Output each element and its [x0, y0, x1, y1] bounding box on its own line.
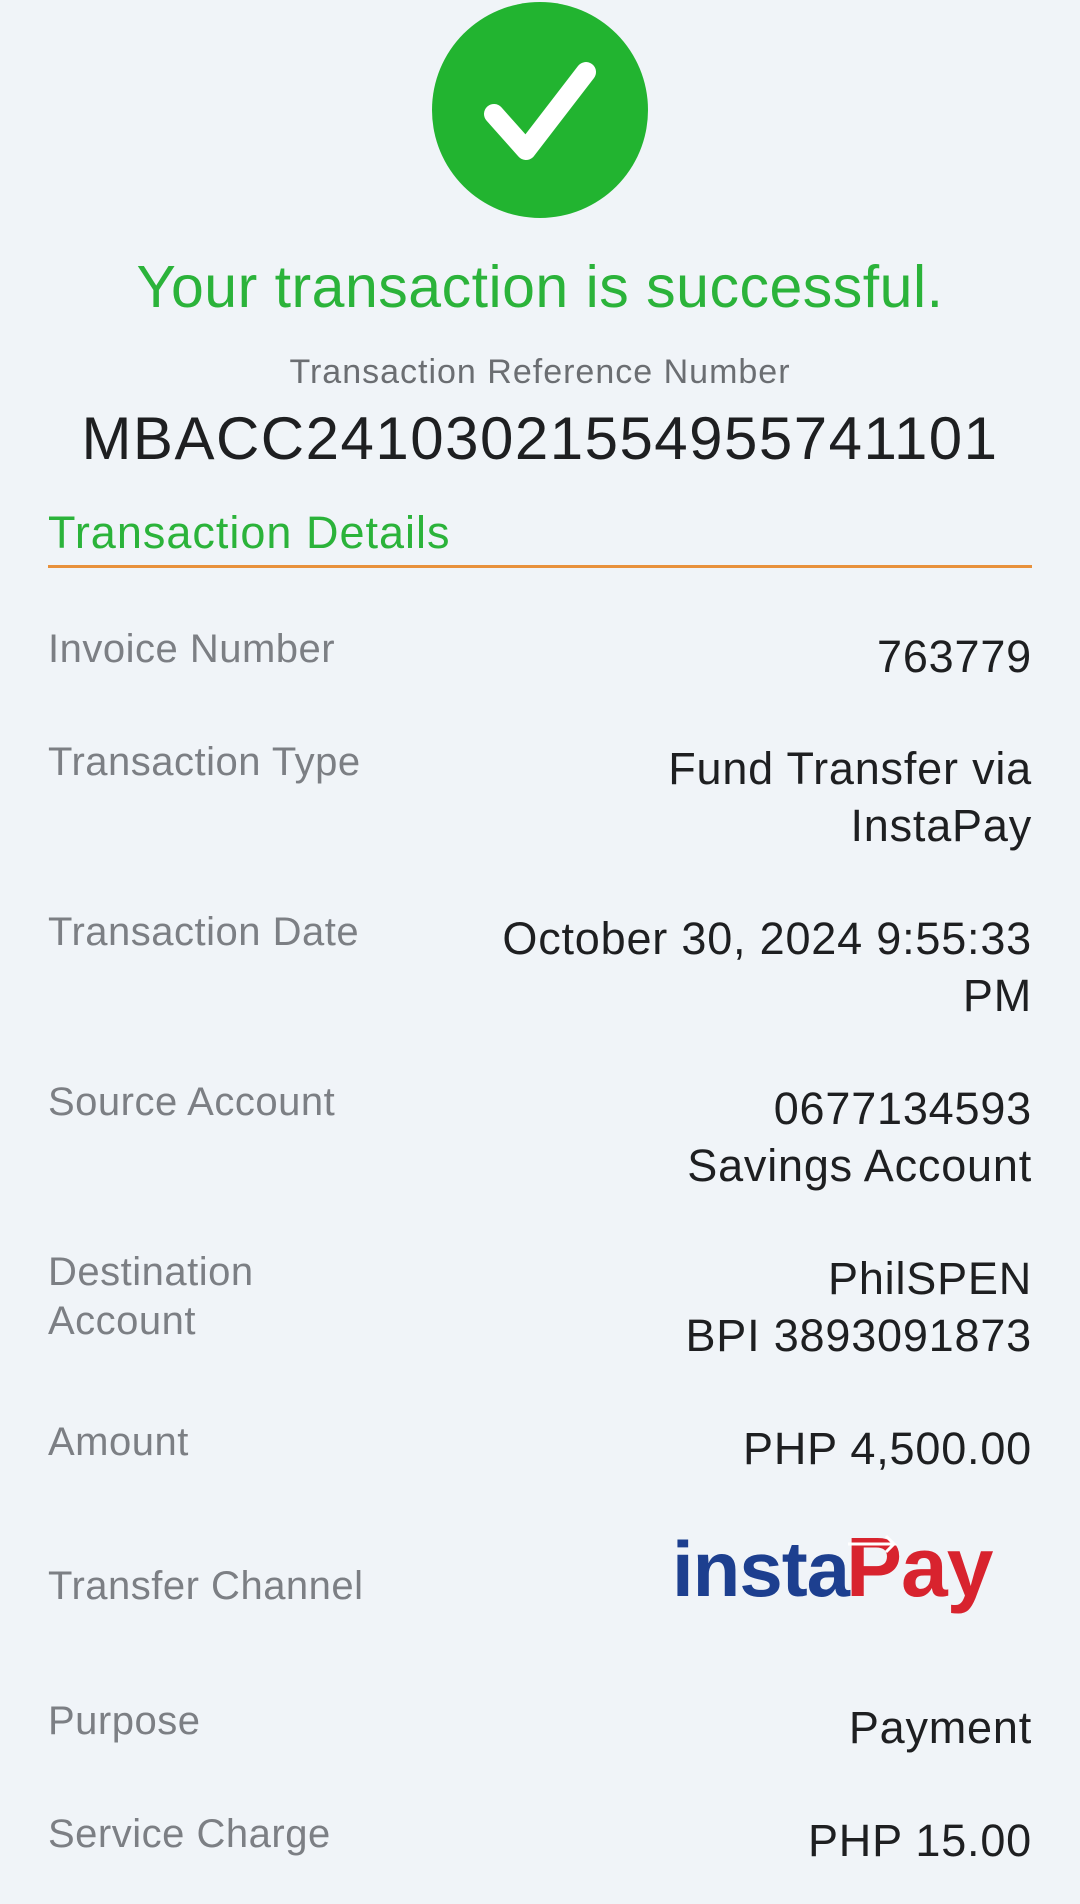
instapay-logo: insta Pay	[672, 1522, 995, 1614]
detail-value-line: Savings Account	[687, 1140, 1032, 1191]
detail-value-line: Fund Transfer via	[668, 743, 1032, 794]
instapay-logo-text-right: Pay	[846, 1522, 994, 1614]
detail-value-line: PM	[962, 970, 1032, 1021]
checkmark-icon	[432, 2, 648, 218]
instapay-logo-text-left: insta	[672, 1525, 851, 1613]
detail-label: Transaction Type	[48, 740, 361, 784]
detail-value-line: 0677134593	[773, 1083, 1032, 1134]
detail-value: PHP 4,500.00	[743, 1423, 1032, 1474]
detail-value-line: October 30, 2024 9:55:33	[502, 913, 1032, 964]
success-message: Your transaction is successful.	[136, 254, 944, 320]
detail-label: Transfer Channel	[48, 1564, 364, 1608]
detail-value: PHP 15.00	[807, 1815, 1032, 1866]
section-divider	[48, 565, 1032, 568]
detail-value: 763779	[877, 631, 1032, 682]
detail-label: Purpose	[48, 1699, 201, 1743]
detail-value: October 30, 2024 9:55:33 PM	[452, 910, 1032, 1024]
detail-value: Payment	[848, 1702, 1032, 1753]
reference-number: MBACC24103021554955741101	[81, 405, 999, 472]
detail-label: Source Account	[48, 1080, 336, 1124]
detail-label: Destination Account	[48, 1248, 408, 1346]
detail-value-line: BPI 3893091873	[685, 1310, 1032, 1361]
detail-label: Invoice Number	[48, 627, 336, 671]
detail-label: Transaction Date	[48, 910, 360, 954]
detail-value: Fund Transfer via InstaPay	[452, 740, 1032, 854]
section-title: Transaction Details	[48, 507, 451, 558]
detail-value-line: PhilSPEN	[828, 1253, 1032, 1304]
detail-label: Service Charge	[48, 1812, 331, 1856]
detail-label: Amount	[48, 1420, 189, 1464]
detail-label-line: Destination	[48, 1250, 254, 1294]
transaction-receipt: Your transaction is successful. Transact…	[0, 0, 1080, 1904]
reference-label: Transaction Reference Number	[289, 353, 791, 391]
detail-value: 0677134593 Savings Account	[452, 1080, 1032, 1194]
detail-label-line: Account	[48, 1299, 197, 1343]
detail-value-line: InstaPay	[850, 800, 1032, 851]
detail-value: PhilSPEN BPI 3893091873	[452, 1250, 1032, 1364]
